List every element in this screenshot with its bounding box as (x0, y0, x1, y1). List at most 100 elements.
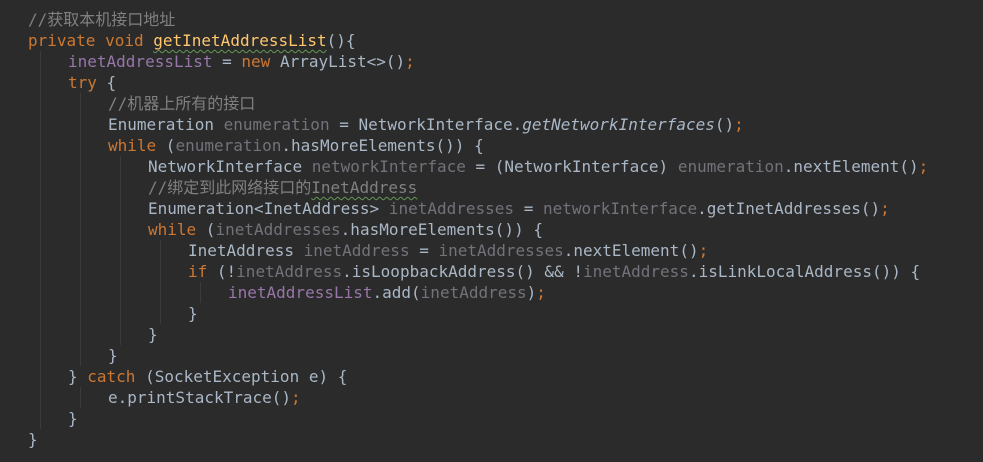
code-line[interactable]: } catch (SocketException e) { (0, 366, 983, 387)
code-line[interactable]: } (0, 429, 983, 450)
indent-guide (120, 219, 121, 240)
code-line[interactable]: if (!inetAddress.isLoopbackAddress() && … (0, 261, 983, 282)
indent-guide (40, 51, 41, 72)
code-line[interactable]: inetAddressList = new ArrayList<>(); (0, 51, 983, 72)
code-line[interactable]: inetAddressList.add(inetAddress); (0, 282, 983, 303)
code-token-plain: (SocketException e) { (135, 367, 348, 386)
indent-guide (40, 408, 41, 429)
indent-guide (80, 198, 81, 219)
code-line[interactable]: while (inetAddresses.hasMoreElements()) … (0, 219, 983, 240)
code-token-unused: inetAddresses (388, 199, 515, 218)
code-token-plain: Enumeration<InetAddress> (148, 199, 389, 218)
code-token-plain: .add( (372, 283, 421, 302)
code-editor[interactable]: //获取本机接口地址 private void getInetAddressLis… (0, 0, 983, 462)
code-token-plain: InetAddress (188, 241, 294, 260)
code-token-plain: ) (526, 283, 537, 302)
code-token-punct: } (68, 367, 88, 386)
indent-guide (120, 177, 121, 198)
code-line[interactable]: NetworkInterface networkInterface = (Net… (0, 156, 983, 177)
indent-guide (40, 303, 41, 324)
code-token-plain: .getInetAddresses() (697, 199, 881, 218)
indent-guide (80, 261, 81, 282)
code-token-punct: } (68, 409, 78, 428)
indent-guide (120, 303, 121, 324)
code-token-keyword: while (148, 220, 197, 239)
indent-guide (80, 156, 81, 177)
code-token-plain: ArrayList<>() (270, 52, 406, 71)
code-token-keyword: new (241, 52, 271, 71)
code-token-unused: inetAddress (236, 262, 343, 281)
code-token-plain: ( (196, 220, 216, 239)
indent-guide (120, 198, 121, 219)
code-token-plain: e.printStackTrace() (108, 388, 292, 407)
code-token-plain: .nextElement() (563, 241, 699, 260)
indent-guide (80, 135, 81, 156)
indent-guide (40, 156, 41, 177)
code-token-unused: inetAddresses (215, 220, 341, 239)
code-token-semi: ; (291, 388, 301, 407)
code-token-method: getInetAddressList (153, 31, 327, 50)
code-token-plain: = (212, 52, 242, 71)
indent-guide (120, 156, 121, 177)
code-token-unused: inetAddress (420, 283, 527, 302)
code-line[interactable]: Enumeration<InetAddress> inetAddresses =… (0, 198, 983, 219)
code-token-plain: .isLinkLocalAddress()) { (688, 262, 921, 281)
indent-guide (40, 72, 41, 93)
indent-guide (80, 324, 81, 345)
code-line[interactable]: while (enumeration.hasMoreElements()) { (0, 135, 983, 156)
indent-guide (40, 282, 41, 303)
code-token-unused: inetAddresses (438, 241, 564, 260)
code-token-field: inetAddressList (68, 52, 213, 71)
code-line[interactable]: e.printStackTrace(); (0, 387, 983, 408)
code-token-keyword: private (28, 31, 96, 50)
code-line[interactable]: } (0, 303, 983, 324)
indent-guide (40, 114, 41, 135)
code-token-plain: .nextElement() (783, 157, 919, 176)
code-token-unused: enumeration (677, 157, 784, 176)
code-token-plain: NetworkInterface (148, 157, 303, 176)
code-token-plain: = (NetworkInterface) (465, 157, 678, 176)
indent-guide (40, 261, 41, 282)
indent-guide (80, 93, 81, 114)
indent-guide (160, 240, 161, 261)
code-line[interactable]: //机器上所有的接口 (0, 93, 983, 114)
indent-guide (120, 240, 121, 261)
code-token-plain: () (714, 115, 735, 134)
indent-guide (160, 303, 161, 324)
code-line[interactable]: } (0, 345, 983, 366)
code-token-unused: enumeration (223, 115, 330, 134)
code-token-punct: } (148, 325, 158, 344)
code-token-plain: = (409, 241, 439, 260)
indent-guide (80, 282, 81, 303)
code-token-plain: .hasMoreElements()) { (281, 136, 484, 155)
code-token-plain: = NetworkInterface. (329, 115, 523, 134)
indent-guide (160, 261, 161, 282)
code-token-comment: //绑定到此网络接口的 (148, 178, 312, 197)
code-token-semi: ; (880, 199, 890, 218)
code-token-punct: (){ (326, 31, 356, 50)
code-token-plain: = (514, 199, 543, 218)
indent-guide (40, 366, 41, 387)
code-line[interactable]: try { (0, 72, 983, 93)
code-lines-container: //获取本机接口地址 private void getInetAddressLis… (0, 9, 983, 450)
indent-guide (80, 177, 81, 198)
code-line[interactable]: private void getInetAddressList(){ (0, 30, 983, 51)
code-line[interactable]: } (0, 408, 983, 429)
code-line[interactable]: Enumeration enumeration = NetworkInterfa… (0, 114, 983, 135)
code-token-punct: } (188, 304, 198, 323)
code-line[interactable]: //获取本机接口地址 (0, 9, 983, 30)
indent-guide (80, 240, 81, 261)
code-token-comment: //获取本机接口地址 (28, 10, 176, 29)
indent-guide (80, 345, 81, 366)
code-token-keyword: if (188, 262, 208, 281)
code-line[interactable]: } (0, 324, 983, 345)
code-token-keyword: catch (87, 367, 136, 386)
code-line[interactable]: InetAddress inetAddress = inetAddresses.… (0, 240, 983, 261)
code-token-static: getNetworkInterfaces (522, 115, 715, 134)
indent-guide (40, 198, 41, 219)
indent-guide (80, 219, 81, 240)
code-line[interactable]: //绑定到此网络接口的InetAddress (0, 177, 983, 198)
